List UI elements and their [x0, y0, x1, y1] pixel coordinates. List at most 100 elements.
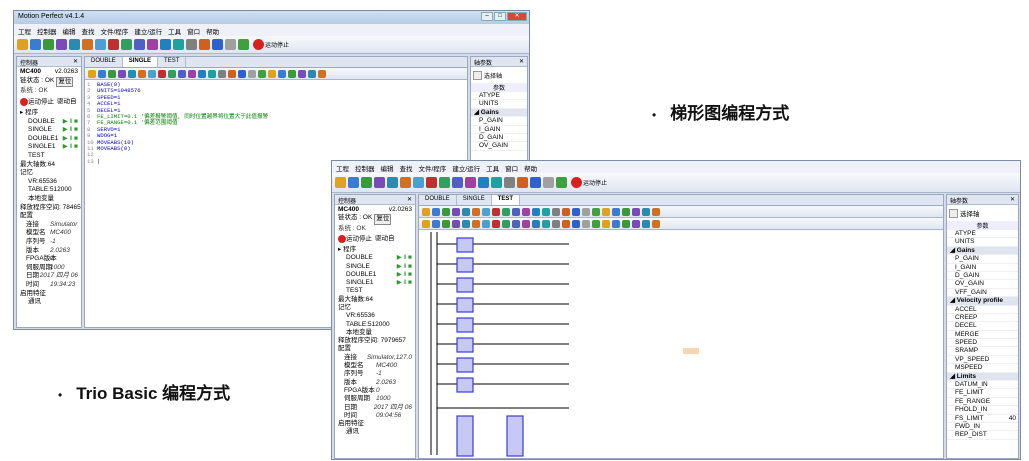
- toolbar-tool-icon[interactable]: [56, 39, 67, 50]
- param-row[interactable]: OV_GAIN: [471, 142, 527, 151]
- tab-test[interactable]: TEST: [158, 57, 187, 67]
- run-icon[interactable]: ▶ ‖ ■: [63, 135, 78, 144]
- menu-item[interactable]: 文件/程序: [101, 26, 129, 36]
- toolbar-tool-icon[interactable]: [212, 39, 223, 50]
- toolbar-tool-icon[interactable]: [439, 177, 450, 188]
- param-row[interactable]: I_GAIN: [947, 264, 1018, 272]
- param-row[interactable]: VFF_GAIN: [947, 289, 1018, 298]
- tab-single[interactable]: SINGLE: [122, 57, 159, 67]
- param-row[interactable]: ATYPE: [471, 92, 527, 101]
- editor-tool-icon[interactable]: [148, 69, 156, 78]
- menu-item[interactable]: 帮助: [206, 26, 219, 36]
- param-row[interactable]: CREEP: [947, 314, 1018, 323]
- select-axis-button[interactable]: 选择轴: [484, 71, 502, 80]
- toolbar-tool-icon[interactable]: [225, 39, 236, 50]
- editor-tool-icon[interactable]: [542, 219, 550, 228]
- tab-single[interactable]: SINGLE: [457, 195, 492, 205]
- editor-tool-icon[interactable]: [622, 207, 630, 216]
- motion-stop-button[interactable]: 运动停止: [20, 97, 54, 107]
- toolbar-tool-icon[interactable]: [465, 177, 476, 188]
- param-row[interactable]: FE_LIMIT: [947, 389, 1018, 398]
- ladder-function-block[interactable]: [456, 415, 474, 457]
- editor-tool-icon[interactable]: [462, 219, 470, 228]
- editor-tool-icon[interactable]: [462, 207, 470, 216]
- editor-tool-icon[interactable]: [442, 219, 450, 228]
- ladder-diagram[interactable]: [419, 230, 944, 459]
- toolbar-tool-icon[interactable]: [134, 39, 145, 50]
- toolbar-tool-icon[interactable]: [238, 39, 249, 50]
- editor-tool-icon[interactable]: [602, 219, 610, 228]
- editor-tool-icon[interactable]: [422, 207, 430, 216]
- program-item[interactable]: SINGLE1 ▶ ‖ ■: [20, 143, 78, 152]
- run-icon[interactable]: ▶ ‖ ■: [397, 254, 412, 262]
- program-item[interactable]: SINGLE1 ▶ ‖ ■: [338, 279, 412, 287]
- program-item[interactable]: DOUBLE1 ▶ ‖ ■: [338, 271, 412, 279]
- editor-tool-icon[interactable]: [512, 219, 520, 228]
- ladder-function-block[interactable]: [456, 337, 474, 353]
- editor-tool-icon[interactable]: [552, 207, 560, 216]
- editor-tool-icon[interactable]: [88, 69, 96, 78]
- editor-tool-icon[interactable]: [562, 219, 570, 228]
- editor-tool-icon[interactable]: [422, 219, 430, 228]
- select-axis-button[interactable]: 选择轴: [960, 208, 980, 218]
- editor-tool-icon[interactable]: [652, 207, 660, 216]
- editor-tool-icon[interactable]: [432, 207, 440, 216]
- toolbar-tool-icon[interactable]: [374, 177, 385, 188]
- toolbar-tool-icon[interactable]: [413, 177, 424, 188]
- ladder-function-block[interactable]: [456, 277, 474, 293]
- menu-item[interactable]: 窗口: [187, 26, 200, 36]
- editor-tool-icon[interactable]: [452, 219, 460, 228]
- menu-item[interactable]: 工具: [168, 26, 181, 36]
- param-row[interactable]: SRAMP: [947, 347, 1018, 356]
- program-item[interactable]: TEST: [338, 287, 412, 295]
- toolbar-tool-icon[interactable]: [95, 39, 106, 50]
- editor-tool-icon[interactable]: [522, 207, 530, 216]
- param-row[interactable]: FS_LIMIT 40: [947, 415, 1018, 423]
- toolbar-tool-icon[interactable]: [426, 177, 437, 188]
- drive-button[interactable]: 驱动自: [375, 235, 395, 244]
- editor-tool-icon[interactable]: [612, 219, 620, 228]
- menu-item[interactable]: 工具: [486, 163, 499, 173]
- run-icon[interactable]: ▶ ‖ ■: [63, 143, 78, 152]
- editor-tool-icon[interactable]: [98, 69, 106, 78]
- editor-tool-icon[interactable]: [278, 69, 286, 78]
- editor-tool-icon[interactable]: [198, 69, 206, 78]
- ladder-function-block[interactable]: [456, 237, 474, 253]
- editor-tool-icon[interactable]: [138, 69, 146, 78]
- editor-tool-icon[interactable]: [502, 219, 510, 228]
- run-icon[interactable]: ▶ ‖ ■: [397, 263, 412, 271]
- param-group[interactable]: ◢ Gains: [947, 246, 1018, 256]
- tab-double[interactable]: DOUBLE: [85, 57, 123, 67]
- toolbar-tool-icon[interactable]: [69, 39, 80, 50]
- toolbar-tool-icon[interactable]: [556, 177, 567, 188]
- toolbar-tool-icon[interactable]: [543, 177, 554, 188]
- tab-test[interactable]: TEST: [491, 195, 521, 205]
- editor-tool-icon[interactable]: [308, 69, 316, 78]
- editor-tool-icon[interactable]: [492, 219, 500, 228]
- drive-button[interactable]: 驱动自: [57, 98, 77, 107]
- code-editor[interactable]: 1 BASE(0) 2 UNITS=1048576 3 SPEED=1 4 ACCEL=1 5 D…: [85, 80, 467, 167]
- toolbar-tool-icon[interactable]: [17, 39, 28, 50]
- program-item[interactable]: DOUBLE ▶ ‖ ■: [20, 118, 78, 127]
- maximize-button[interactable]: □: [494, 12, 506, 21]
- ladder-function-block[interactable]: [456, 257, 474, 273]
- program-item[interactable]: DOUBLE1 ▶ ‖ ■: [20, 135, 78, 144]
- editor-tool-icon[interactable]: [168, 69, 176, 78]
- param-row[interactable]: MERGE: [947, 331, 1018, 340]
- select-axis-icon[interactable]: [949, 208, 958, 218]
- toolbar-tool-icon[interactable]: [108, 39, 119, 50]
- toolbar-tool-icon[interactable]: [160, 39, 171, 50]
- panel-close-icon[interactable]: ✕: [1010, 196, 1015, 203]
- editor-tool-icon[interactable]: [288, 69, 296, 78]
- editor-tool-icon[interactable]: [642, 207, 650, 216]
- run-icon[interactable]: ▶ ‖ ■: [63, 118, 78, 127]
- editor-tool-icon[interactable]: [482, 219, 490, 228]
- editor-tool-icon[interactable]: [512, 207, 520, 216]
- param-row[interactable]: UNITS: [947, 238, 1018, 247]
- editor-tool-icon[interactable]: [188, 69, 196, 78]
- editor-tool-icon[interactable]: [572, 207, 580, 216]
- param-row[interactable]: VP_SPEED: [947, 356, 1018, 365]
- param-row[interactable]: FE_RANGE: [947, 398, 1018, 407]
- menu-item[interactable]: 建立/运行: [134, 26, 162, 36]
- toolbar-tool-icon[interactable]: [121, 39, 132, 50]
